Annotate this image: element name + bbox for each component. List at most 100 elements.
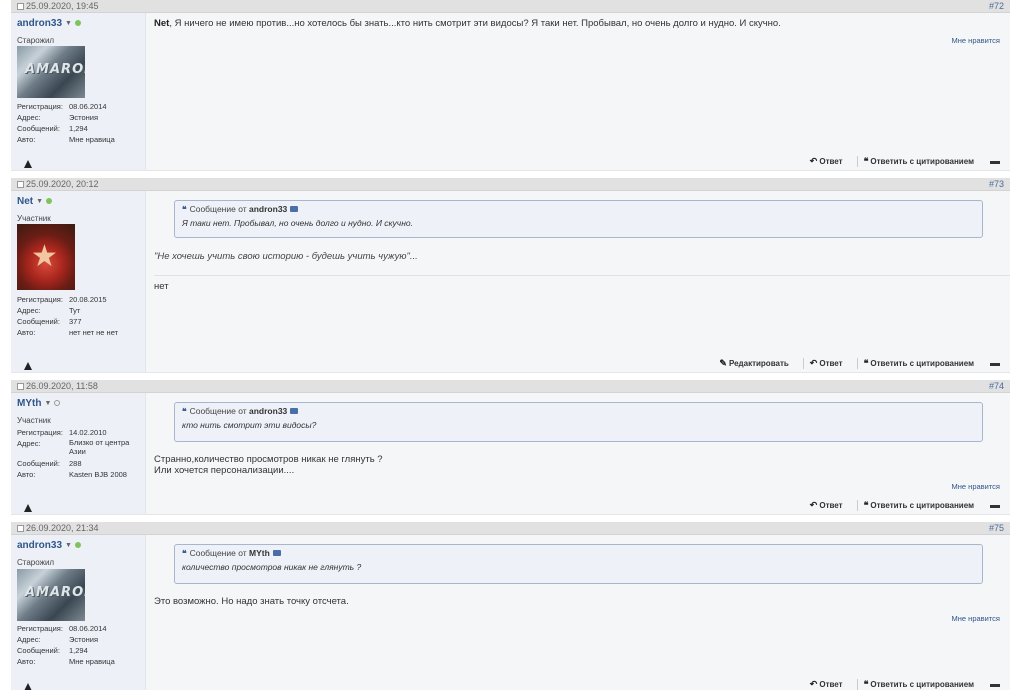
like-link[interactable]: Мне нравится (952, 36, 1000, 45)
post-message: Net, Я ничего не имею против...но хотело… (154, 18, 781, 29)
post-content: ❝ Сообщение от andron33 кто нить смотрит … (154, 393, 1000, 514)
quote-bubble-icon: ❝ (863, 500, 869, 510)
user-info: andron33▼ Старожил AMAROK Регистрация:08… (11, 535, 146, 690)
user-role: Старожил (17, 36, 55, 45)
post-number-link[interactable]: #75 (989, 523, 1004, 534)
quote-bubble-icon: ❝ (863, 358, 869, 368)
quote-header: ❝ Сообщение от andron33 (182, 204, 299, 215)
quote-bubble-icon: ❝ (182, 204, 187, 214)
post-header: 26.09.2020, 11:58 #74 (11, 380, 1010, 393)
username-link[interactable]: MYth ▼ (17, 398, 61, 409)
post-menu-icon[interactable]: ▬ (990, 679, 1000, 690)
post-menu-icon[interactable]: ▬ (990, 156, 1000, 167)
avatar[interactable]: AMAROK (17, 46, 85, 98)
post-content: Net, Я ничего не имею против...но хотело… (154, 13, 1000, 170)
username-link[interactable]: andron33 ▼ (17, 18, 81, 29)
post-actions: ↶ Ответ ❝ Ответить с цитированием ▬ (796, 156, 1000, 167)
reply-button[interactable]: ↶ Ответ (810, 679, 843, 690)
quote-reply-button[interactable]: ❝ Ответить с цитированием (856, 679, 974, 690)
user-info: andron33▼ Старожил AMAROK Регистрация:08… (11, 13, 146, 170)
avatar[interactable]: AMAROK (17, 569, 85, 621)
post-message: Странно,количество просмотров никак не г… (154, 454, 383, 476)
post: 26.09.2020, 11:58 #74 MYth ▼ Участник Рег… (11, 380, 1010, 515)
post-menu-icon[interactable]: ▬ (990, 358, 1000, 369)
online-status-icon (46, 198, 53, 204)
post-checkbox[interactable] (17, 525, 24, 532)
post-number-link[interactable]: #72 (989, 1, 1004, 12)
quote-reply-button[interactable]: ❝ Ответить с цитированием (856, 156, 974, 167)
like-link[interactable]: Мне нравится (952, 614, 1000, 623)
user-role: Старожил (17, 558, 55, 567)
post-message: нет (154, 281, 169, 292)
post-number-link[interactable]: #74 (989, 381, 1004, 392)
chevron-down-icon[interactable]: ▼ (65, 20, 72, 27)
star-icon: ★ (31, 240, 58, 273)
post-menu-icon[interactable]: ▬ (990, 500, 1000, 511)
signature-divider (154, 275, 1010, 276)
post-checkbox[interactable] (17, 181, 24, 188)
username-link[interactable]: Net ▼ (17, 196, 53, 207)
reply-button[interactable]: ↶ Ответ (810, 156, 843, 167)
post-body: andron33▼ Старожил AMAROK Регистрация:08… (11, 535, 1010, 690)
warning-triangle-icon[interactable] (24, 362, 32, 370)
warning-triangle-icon[interactable] (24, 160, 32, 168)
quote-block: ❝ Сообщение от MYth количество просмотров… (174, 544, 983, 584)
post-header: 25.09.2020, 19:45 #72 (11, 0, 1010, 13)
reply-button[interactable]: ↶ Ответ (802, 358, 843, 369)
user-info: MYth ▼ Участник Регистрация: 14.02.2010 Ад… (11, 393, 146, 514)
quote-text: кто нить смотрит эти видосы? (182, 420, 317, 430)
view-post-icon[interactable] (272, 550, 281, 556)
post-checkbox[interactable] (17, 3, 24, 10)
post-body: Net ▼ Участник ★ Регистрация: 20.08.2015 А… (11, 191, 1010, 373)
view-post-icon[interactable] (290, 206, 299, 212)
quote-text: Я таки нет. Пробывал, но очень долго и н… (182, 218, 413, 228)
post-header: 25.09.2020, 20:12 #73 (11, 178, 1010, 191)
post-content: ❝ Сообщение от andron33 Я таки нет. Пробы… (154, 191, 1010, 372)
user-info: Net ▼ Участник ★ Регистрация: 20.08.2015 А… (11, 191, 146, 372)
quote-header: ❝ Сообщение от andron33 (182, 406, 299, 417)
warning-triangle-icon[interactable] (24, 683, 32, 690)
reply-button[interactable]: ↶ Ответ (810, 500, 843, 511)
post-message: Это возможно. Но надо знать точку отсчет… (154, 596, 349, 607)
chevron-down-icon[interactable]: ▼ (44, 400, 51, 407)
quote-block: ❝ Сообщение от andron33 Я таки нет. Пробы… (174, 200, 983, 238)
username-link[interactable]: andron33 ▼ (17, 540, 81, 551)
chevron-down-icon[interactable]: ▼ (36, 198, 43, 205)
user-role: Участник (17, 416, 51, 425)
chevron-down-icon[interactable]: ▼ (65, 542, 72, 549)
post-number-link[interactable]: #73 (989, 179, 1004, 190)
quote-block: ❝ Сообщение от andron33 кто нить смотрит … (174, 402, 983, 442)
like-link[interactable]: Мне нравится (952, 482, 1000, 491)
post: 25.09.2020, 19:45 #72 andron33 ▼ Старожил… (11, 0, 1010, 171)
quote-bubble-icon: ❝ (863, 156, 869, 166)
quote-reply-button[interactable]: ❝ Ответить с цитированием (856, 358, 974, 369)
view-post-icon[interactable] (290, 408, 299, 414)
post-checkbox[interactable] (17, 383, 24, 390)
edit-button[interactable]: ✎ Редактировать (719, 358, 788, 369)
reply-arrow-icon: ↶ (809, 156, 818, 166)
post-body: MYth ▼ Участник Регистрация: 14.02.2010 Ад… (11, 393, 1010, 515)
post: 25.09.2020, 20:12 #73 Net ▼ Участник ★ Ре… (11, 178, 1010, 373)
quote-text: количество просмотров никак не глянуть ? (182, 562, 362, 572)
post-content: ❝ Сообщение от MYth количество просмотров… (154, 535, 1000, 690)
reply-arrow-icon: ↶ (809, 679, 818, 689)
post-actions: ↶ Ответ ❝ Ответить с цитированием ▬ (796, 500, 1000, 511)
post-signature: "Не хочешь учить свою историю - будешь у… (154, 251, 418, 262)
avatar[interactable]: ★ (17, 224, 75, 290)
post-actions: ✎ Редактировать ↶ Ответ ❝ Ответить с цитирова… (705, 358, 1000, 369)
quote-bubble-icon: ❝ (182, 548, 187, 558)
post-body: andron33▼ Старожил AMAROK Регистрация:08… (11, 13, 1010, 171)
post-date: 26.09.2020, 11:58 (17, 381, 98, 392)
reply-arrow-icon: ↶ (809, 358, 818, 368)
quote-reply-button[interactable]: ❝ Ответить с цитированием (856, 500, 974, 511)
quote-bubble-icon: ❝ (863, 679, 869, 689)
post-date: 26.09.2020, 21:34 (17, 523, 99, 534)
warning-triangle-icon[interactable] (24, 504, 32, 512)
post-date: 25.09.2020, 19:45 (17, 1, 99, 12)
reply-arrow-icon: ↶ (809, 500, 818, 510)
quote-bubble-icon: ❝ (182, 406, 187, 416)
post-header: 26.09.2020, 21:34 #75 (11, 522, 1010, 535)
thread: 25.09.2020, 19:45 #72 andron33 ▼ Старожил… (11, 0, 1010, 690)
quote-header: ❝ Сообщение от MYth (182, 548, 281, 559)
post-date: 25.09.2020, 20:12 (17, 179, 99, 190)
